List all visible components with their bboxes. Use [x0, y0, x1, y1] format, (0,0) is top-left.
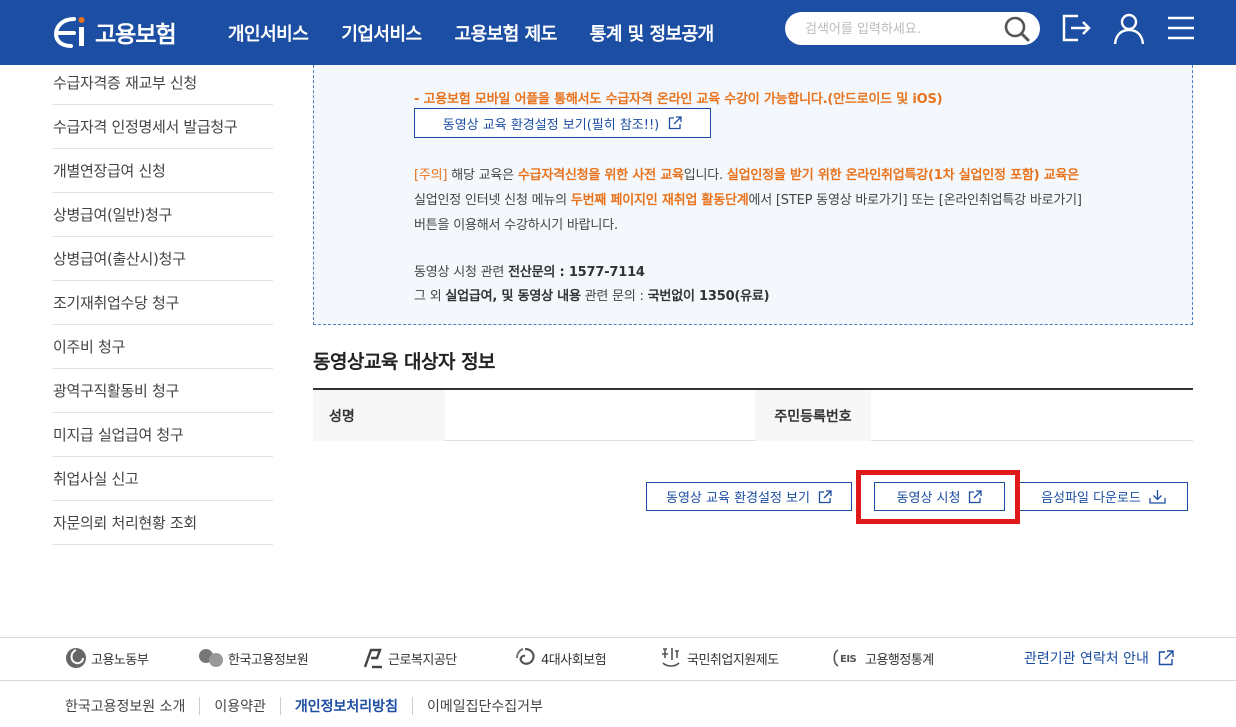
footer-link-terms[interactable]: 이용약관: [214, 696, 266, 716]
external-link-icon: [818, 489, 832, 503]
env-settings-required-button[interactable]: 동영상 교육 환경설정 보기(필히 참조!!): [414, 108, 711, 138]
keis-logo-icon: [199, 649, 223, 667]
sidebar: 수급자격증 재교부 신청 수급자격 인정명세서 발급청구 개별연장급여 신청 상…: [52, 61, 273, 545]
footer-link-about[interactable]: 한국고용정보원 소개: [65, 696, 185, 716]
sidebar-item-statement[interactable]: 수급자격 인정명세서 발급청구: [52, 105, 273, 149]
org-4insure[interactable]: 4대사회보험: [513, 646, 607, 670]
org-keis[interactable]: 한국고용정보원: [198, 646, 309, 670]
target-info-table: 성명 주민등록번호: [313, 388, 1193, 441]
comwel-logo-icon: [363, 648, 382, 669]
national-employment-support-logo-icon: [662, 648, 680, 667]
eis-logo-icon: EIS: [833, 649, 857, 667]
sidebar-item-unpaid[interactable]: 미지급 실업급여 청구: [52, 413, 273, 457]
main-nav: 개인서비스 기업서비스 고용보험 제도 통계 및 정보공개: [228, 0, 747, 65]
sidebar-item-sickness-general[interactable]: 상병급여(일반)청구: [52, 193, 273, 237]
caution-line-2: 실업인정 인터넷 신청 메뉴의 두번째 페이지인 재취업 활동단계에서 [STE…: [414, 193, 1082, 208]
logo-text: 고용보험: [95, 22, 177, 48]
footer-divider: [0, 680, 1236, 681]
name-value: [445, 390, 755, 441]
logout-icon[interactable]: [1058, 10, 1094, 46]
search-box: [785, 12, 1040, 45]
org-employment-statistics[interactable]: EIS 고용행정통계: [833, 646, 934, 670]
footer-divider: [0, 637, 1236, 638]
nav-statistics[interactable]: 통계 및 정보공개: [590, 20, 714, 46]
user-icon[interactable]: [1111, 10, 1147, 46]
name-label: 성명: [313, 390, 445, 441]
id-number-value: [871, 390, 1193, 441]
org-national-employment-support[interactable]: 국민취업지원제도: [659, 646, 779, 670]
contact-line-2: 그 외 실업급여, 및 동영상 내용 관련 문의 : 국번없이 1350(유료): [414, 289, 770, 304]
contact-line-1: 동영상 시청 관련 전산문의 : 1577-7114: [414, 265, 645, 280]
section-title: 동영상교육 대상자 정보: [313, 351, 496, 373]
svg-text:EIS: EIS: [840, 654, 857, 665]
top-header: 고용보험 개인서비스 기업서비스 고용보험 제도 통계 및 정보공개: [0, 0, 1236, 65]
sidebar-item-job-search[interactable]: 광역구직활동비 청구: [52, 369, 273, 413]
caution-line-3: 버튼을 이용해서 수강하시기 바랍니다.: [414, 218, 618, 233]
sidebar-item-sickness-birth[interactable]: 상병급여(출산시)청구: [52, 237, 273, 281]
sidebar-item-reissue[interactable]: 수급자격증 재교부 신청: [52, 61, 273, 105]
download-icon: [1149, 490, 1166, 504]
sidebar-item-employment-report[interactable]: 취업사실 신고: [52, 457, 273, 501]
sidebar-item-relocation[interactable]: 이주비 청구: [52, 325, 273, 369]
id-number-label: 주민등록번호: [755, 390, 871, 441]
footer-link-email-refusal[interactable]: 이메일집단수집거부: [427, 696, 543, 716]
menu-icon[interactable]: [1163, 10, 1199, 46]
footer-separator: [279, 697, 281, 715]
nav-insurance-system[interactable]: 고용보험 제도: [455, 20, 558, 46]
nav-company-services[interactable]: 기업서비스: [341, 20, 422, 46]
caution-line: [주의] 해당 교육은 수급자격신청을 위한 사전 교육입니다. 실업인정을 받…: [414, 168, 1079, 183]
footer-separator: [411, 697, 413, 715]
external-link-icon: [1158, 650, 1174, 666]
audio-download-button[interactable]: 음성파일 다운로드: [1019, 482, 1188, 511]
nav-personal-services[interactable]: 개인서비스: [228, 20, 309, 46]
footer-link-privacy[interactable]: 개인정보처리방침: [295, 696, 398, 716]
search-input[interactable]: [805, 18, 995, 40]
logo-mark-icon: [53, 17, 85, 48]
highlight-box: [856, 470, 1020, 524]
sidebar-item-early-reemployment[interactable]: 조기재취업수당 청구: [52, 281, 273, 325]
4insure-logo-icon: [516, 647, 535, 665]
related-agencies-link[interactable]: 관련기관 연락처 안내: [1024, 648, 1174, 668]
search-icon[interactable]: [1003, 15, 1031, 43]
sidebar-item-advisory-status[interactable]: 자문의뢰 처리현황 조회: [52, 501, 273, 545]
footer-links: 한국고용정보원 소개 이용약관 개인정보처리방침 이메일집단수집거부: [65, 696, 543, 716]
site-logo[interactable]: 고용보험: [52, 12, 177, 52]
moel-logo-icon: [66, 648, 86, 668]
mobile-app-notice: - 고용보험 모바일 어플을 통해서도 수급자격 온라인 교육 수강이 가능합니…: [414, 92, 943, 107]
footer-separator: [199, 697, 201, 715]
notice-box: - 고용보험 모바일 어플을 통해서도 수급자격 온라인 교육 수강이 가능합니…: [313, 65, 1193, 325]
org-comwel[interactable]: 근로복지공단: [362, 646, 457, 670]
external-link-icon: [669, 116, 682, 130]
sidebar-item-extension[interactable]: 개별연장급여 신청: [52, 149, 273, 193]
org-moel[interactable]: 고용노동부: [65, 646, 149, 670]
env-settings-button[interactable]: 동영상 교육 환경설정 보기: [646, 482, 852, 511]
